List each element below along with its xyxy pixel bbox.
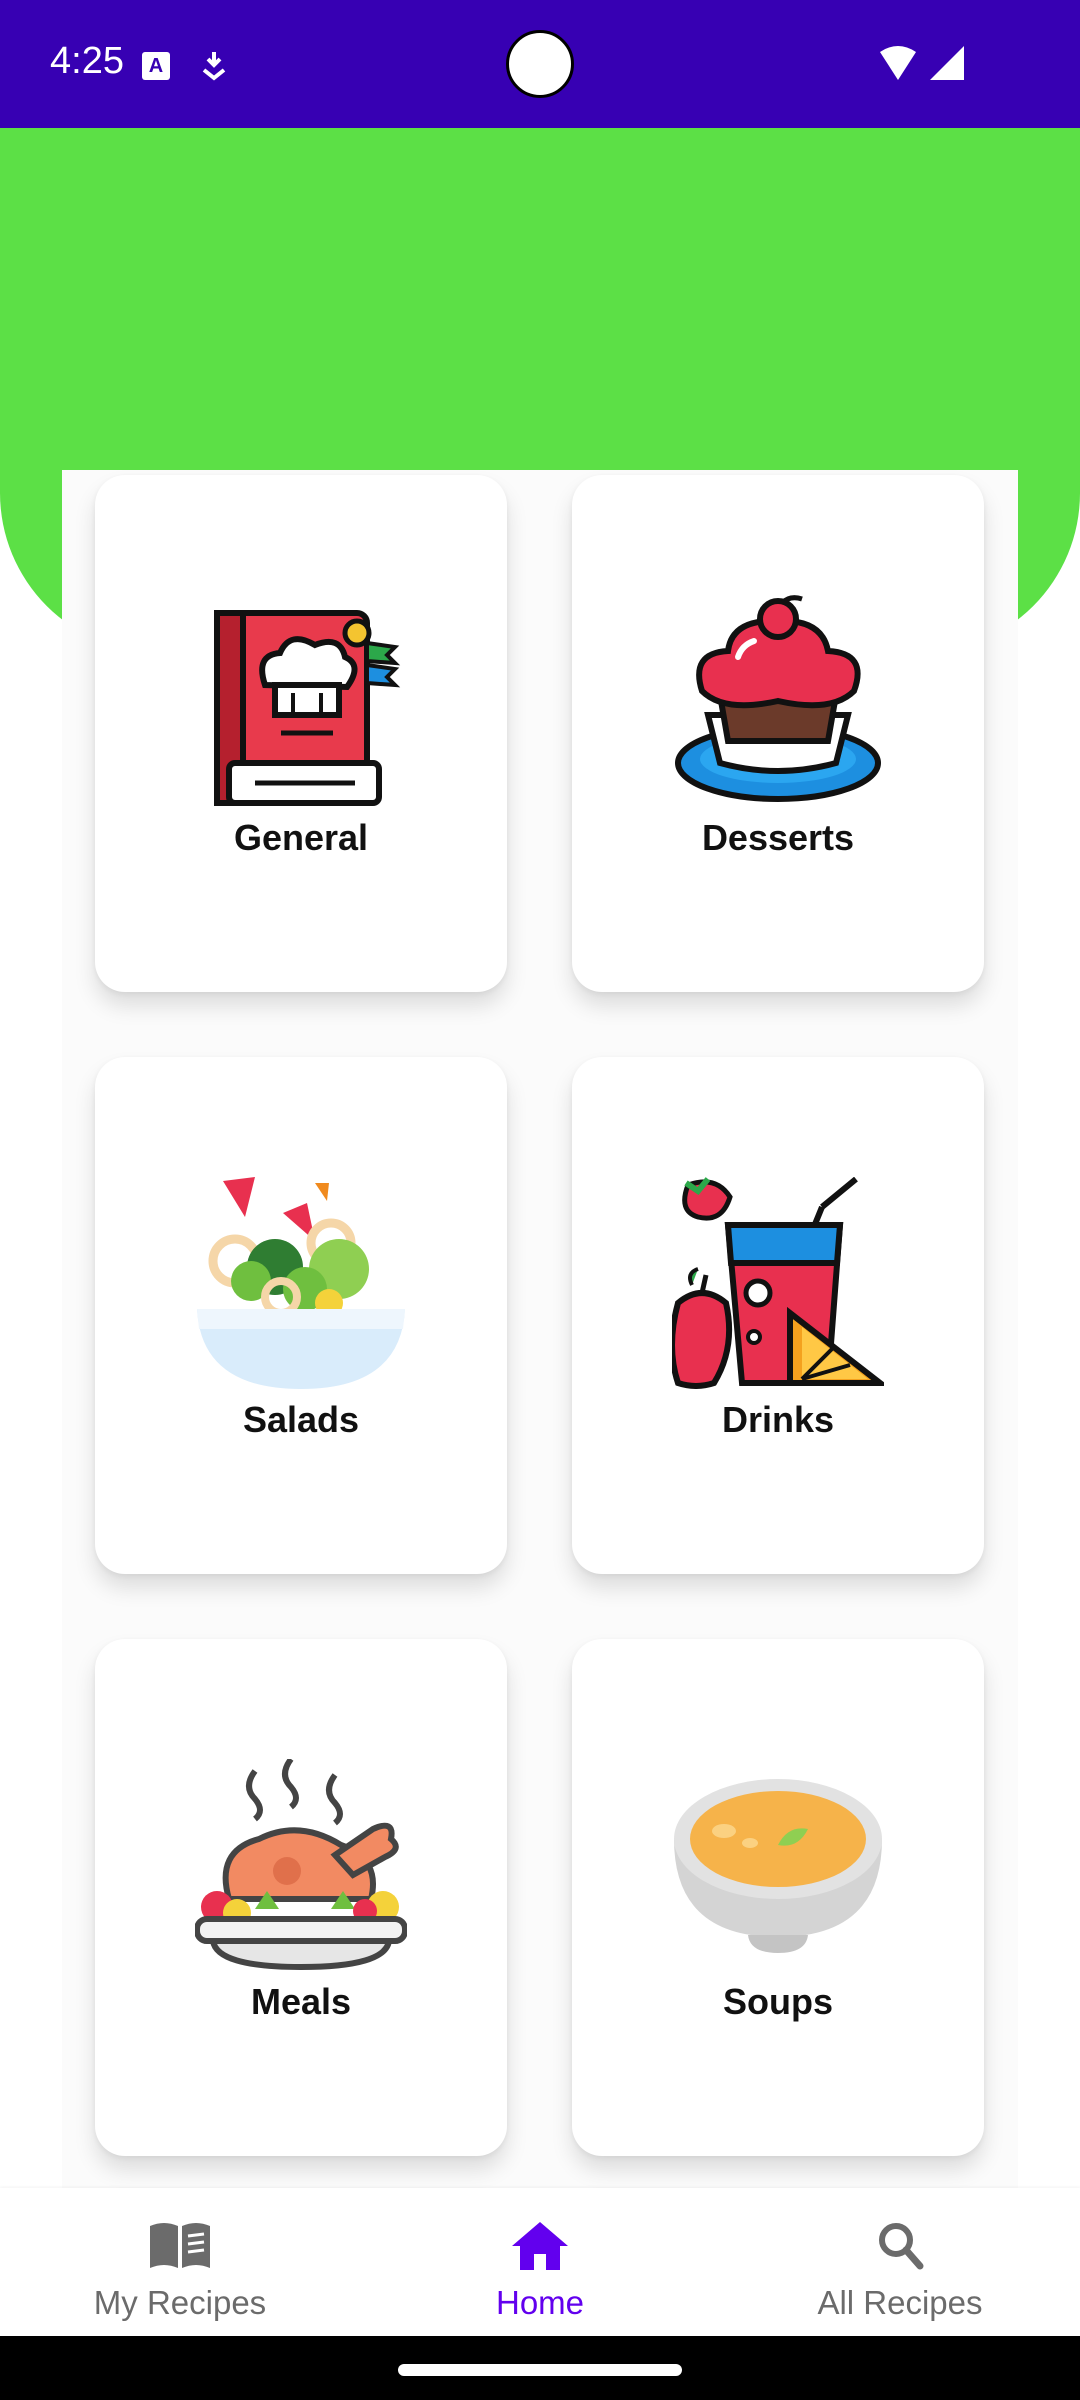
gesture-navigation-bar [0,2336,1080,2400]
nav-label: My Recipes [93,2284,267,2321]
nav-label: All Recipes [817,2284,983,2321]
home-gesture-handle[interactable] [398,2364,682,2376]
nav-label: Home [495,2284,585,2321]
book-icon [150,2223,210,2268]
download-icon [202,52,226,81]
nav-item-all-recipes[interactable]: All Recipes [720,2188,1080,2336]
nav-item-home[interactable]: Home [360,2188,720,2336]
category-label: Desserts [701,817,855,858]
category-card-salads[interactable]: Salads [95,1057,507,1574]
category-card-soups[interactable]: Soups [572,1639,984,2156]
notification-a-icon: A [142,52,170,80]
drink-glass-icon [672,1177,884,1389]
camera-cutout [506,30,574,98]
nav-item-my-recipes[interactable]: My Recipes [0,2188,360,2336]
home-icon [512,2222,568,2270]
category-label: Soups [722,1981,833,2022]
category-label: General [233,817,369,858]
category-card-general[interactable]: General [95,475,507,992]
category-label: Salads [242,1399,360,1440]
status-time: 4:25 [50,40,124,82]
roast-chicken-icon [195,1759,407,1971]
category-label: Drinks [721,1399,835,1440]
cupcake-icon [675,595,881,802]
salad-bowl-icon [197,1177,405,1389]
wifi-icon [880,46,964,80]
bottom-navigation: My Recipes Home All Recipes [0,2188,1080,2336]
soup-bowl-icon [674,1779,882,1953]
category-card-meals[interactable]: Meals [95,1639,507,2156]
cookbook-icon [214,610,401,806]
category-card-drinks[interactable]: Drinks [572,1057,984,1574]
category-card-desserts[interactable]: Desserts [572,475,984,992]
category-label: Meals [250,1981,352,2022]
search-icon [879,2223,924,2270]
status-bar: 4:25 A [0,0,1080,128]
